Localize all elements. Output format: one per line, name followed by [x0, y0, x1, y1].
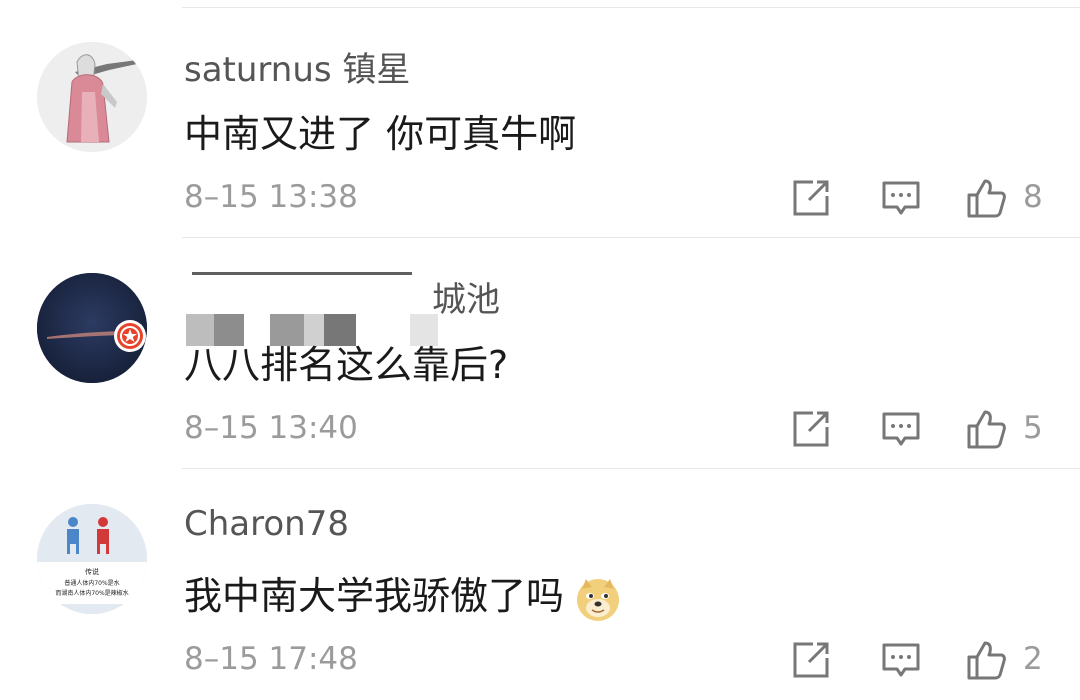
avatar-illustration: 传说 普通人体内70%是水 而湖南人体内70%是辣椒水: [37, 504, 147, 614]
like-count: 2: [1023, 641, 1043, 677]
thumbs-up-icon[interactable]: [966, 409, 1006, 449]
comment-text: 我中南大学我骄傲了吗: [184, 574, 565, 618]
censored-username[interactable]: 城池: [184, 266, 524, 346]
repost-icon[interactable]: [791, 640, 831, 680]
avatar-caption-line: 而湖南人体内70%是辣椒水: [55, 589, 128, 597]
thumbs-up-icon[interactable]: [966, 178, 1006, 218]
mosaic-stroke: [192, 272, 412, 285]
username-visible-part: 城池: [432, 280, 500, 320]
comment-timestamp: 8–15 13:38: [184, 179, 358, 215]
comment-username[interactable]: saturnus 镇星: [184, 42, 410, 91]
avatar-illustration: [37, 42, 147, 152]
repost-icon[interactable]: [791, 409, 831, 449]
comment-timestamp: 8–15 17:48: [184, 641, 358, 677]
verified-star-badge-icon: [114, 320, 146, 352]
comment-text-wrapper: 我中南大学我骄傲了吗: [184, 565, 622, 623]
like-count: 8: [1023, 179, 1043, 215]
comment-text: 八八排名这么靠后?: [184, 343, 509, 387]
comment-item: 城池 八八排名这么靠后? 8–15 13:40 5: [0, 238, 1080, 469]
like-count: 5: [1023, 410, 1043, 446]
comment-icon[interactable]: [881, 640, 921, 680]
avatar[interactable]: 传说 普通人体内70%是水 而湖南人体内70%是辣椒水: [37, 504, 147, 614]
comment-timestamp: 8–15 13:40: [184, 410, 358, 446]
comment-item: 传说 普通人体内70%是水 而湖南人体内70%是辣椒水 Charon78 我中南…: [0, 469, 1080, 700]
avatar-caption-line: 普通人体内70%是水: [64, 579, 119, 587]
comment-item: saturnus 镇星 中南又进了 你可真牛啊 8–15 13:38 8: [0, 7, 1080, 238]
comment-username[interactable]: Charon78: [184, 504, 349, 544]
thumbs-up-icon[interactable]: [966, 640, 1006, 680]
repost-icon[interactable]: [791, 178, 831, 218]
comment-icon[interactable]: [881, 409, 921, 449]
comment-text: 中南又进了 你可真牛啊: [184, 112, 577, 156]
doge-emoji-icon: [577, 578, 620, 621]
avatar[interactable]: [37, 42, 147, 152]
avatar-caption-line: 传说: [85, 567, 99, 576]
comment-icon[interactable]: [881, 178, 921, 218]
